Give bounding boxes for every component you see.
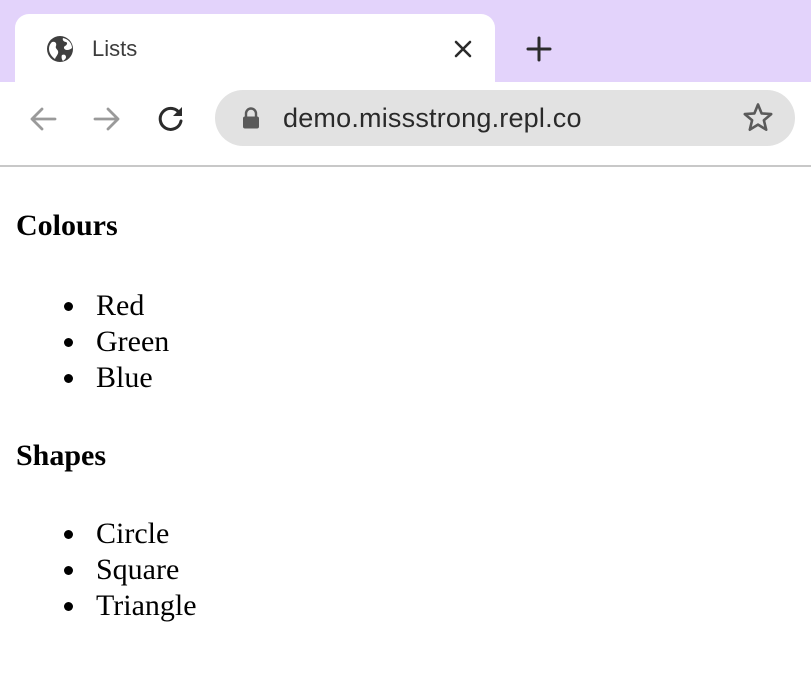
list-item: Triangle — [64, 589, 197, 622]
star-icon[interactable] — [741, 101, 775, 135]
list-item: Blue — [63, 360, 169, 396]
close-icon[interactable] — [449, 35, 477, 63]
plus-icon[interactable] — [522, 32, 556, 66]
list-item: Green — [63, 325, 170, 358]
browser-toolbar: demo.missstrong.repl.co — [0, 82, 811, 167]
address-bar[interactable]: demo.missstrong.repl.co — [215, 90, 795, 146]
address-bar-url[interactable]: demo.missstrong.repl.co — [283, 103, 582, 133]
list-item: Square — [64, 552, 197, 588]
list-item: Circle — [64, 516, 197, 552]
arrow-right-icon[interactable] — [87, 101, 127, 137]
page-content: Colours Red Green Blue Shapes Circle Squ… — [0, 167, 811, 673]
browser-tab[interactable]: Lists — [15, 14, 495, 82]
arrow-left-icon[interactable] — [23, 101, 63, 137]
list-item: Red — [63, 288, 169, 324]
section-heading-shapes: Shapes — [16, 439, 107, 472]
globe-icon — [46, 35, 74, 63]
tab-title: Lists — [92, 36, 138, 61]
tab-strip: Lists — [0, 0, 811, 82]
section-heading-colours: Colours — [16, 209, 118, 242]
colours-list: Red Green Blue — [0, 288, 169, 396]
reload-icon[interactable] — [151, 101, 191, 137]
shapes-list: Circle Square Triangle — [0, 516, 197, 624]
lock-icon[interactable] — [239, 106, 263, 130]
